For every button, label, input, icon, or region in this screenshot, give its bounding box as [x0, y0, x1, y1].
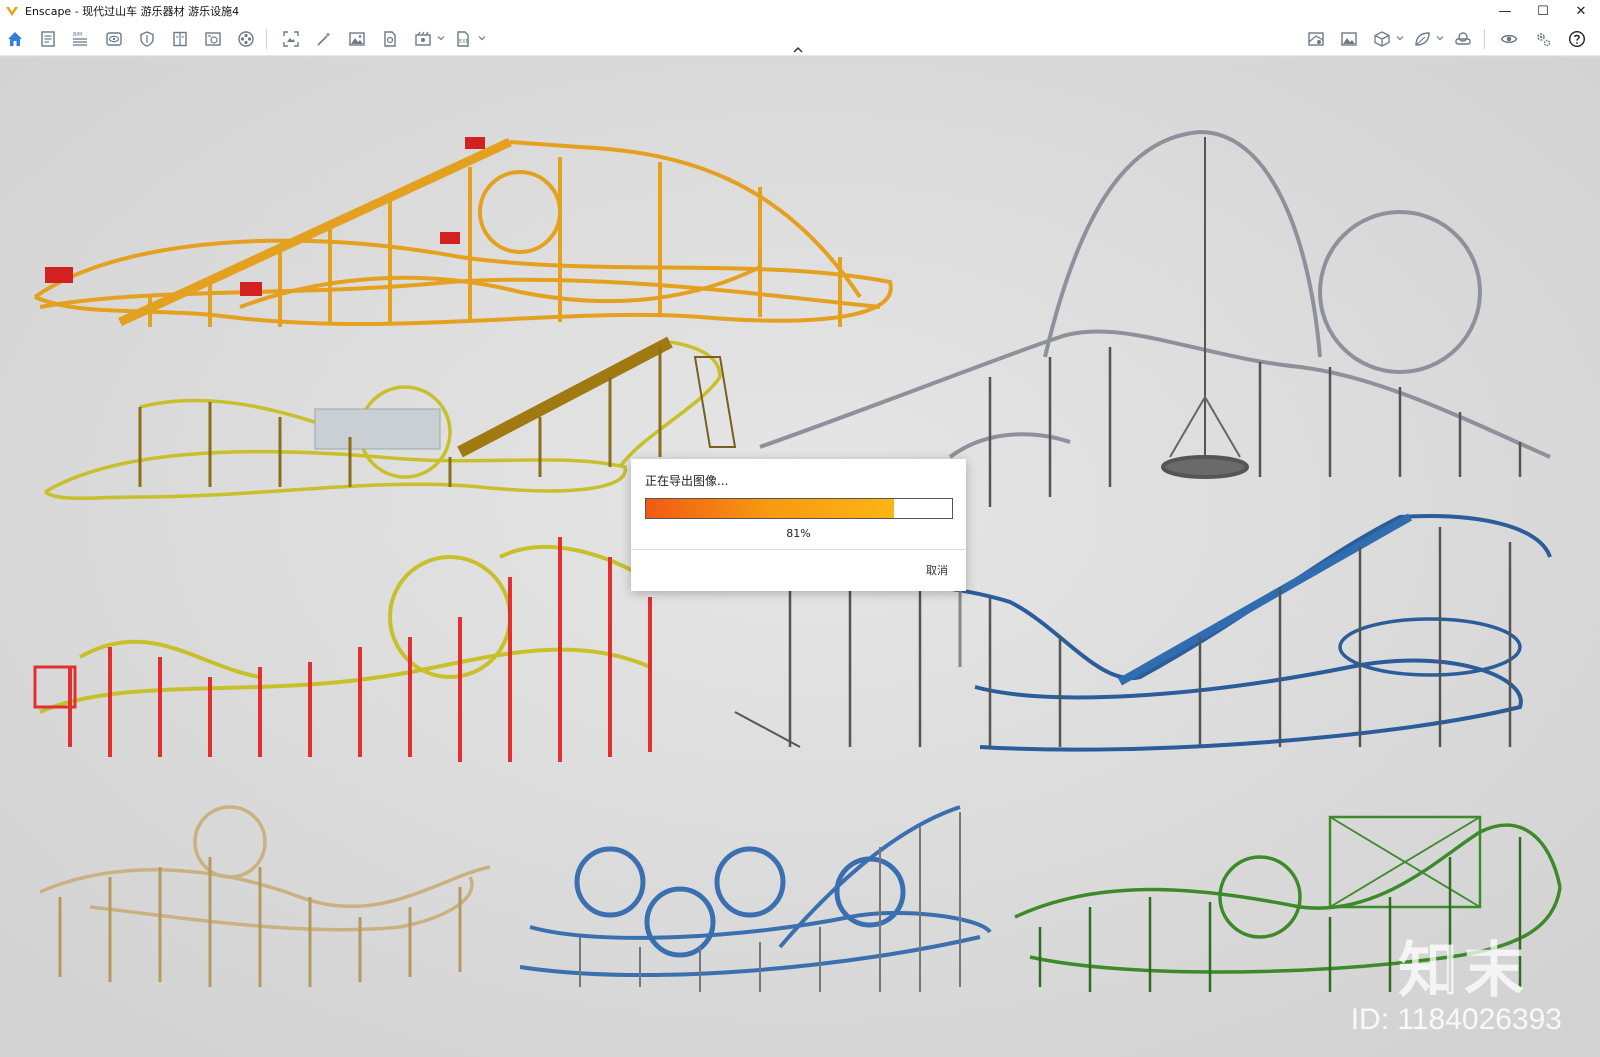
book-button[interactable] — [169, 29, 191, 49]
landscape-icon — [1341, 32, 1357, 46]
map-button[interactable] — [1305, 29, 1327, 49]
magic-wand-icon — [317, 32, 331, 46]
minimize-button[interactable]: — — [1486, 0, 1524, 22]
vr-headset-icon — [1455, 32, 1471, 45]
visibility-icon — [1500, 34, 1518, 44]
book-icon — [173, 31, 187, 47]
shield-icon — [140, 31, 154, 47]
landscape-button[interactable] — [1338, 29, 1360, 49]
shield-button[interactable] — [136, 29, 158, 49]
chevron-down-icon[interactable] — [478, 34, 486, 42]
watermark-logo: 知末 — [1398, 936, 1530, 1006]
exe-export-icon: EXE — [457, 31, 469, 47]
bim-button[interactable]: BIM — [69, 29, 91, 49]
export-button[interactable] — [379, 29, 401, 49]
chevron-down-icon[interactable] — [1396, 34, 1404, 42]
svg-text:EXE: EXE — [459, 39, 469, 45]
progress-percent-label: 81% — [786, 527, 811, 540]
bim-icon: BIM — [73, 32, 87, 46]
enscape-logo-icon — [6, 7, 18, 16]
visibility-button[interactable] — [1498, 29, 1520, 49]
help-icon — [1568, 30, 1586, 48]
maximize-button[interactable]: ☐ — [1524, 0, 1562, 22]
film-reel-icon — [238, 31, 254, 47]
batch-render-icon — [415, 31, 431, 46]
export-icon — [384, 31, 396, 47]
export-progress-dialog: 正在导出图像... 81% 取消 — [631, 459, 966, 591]
map-icon — [1308, 32, 1324, 46]
magic-button[interactable] — [313, 29, 335, 49]
add-view-button[interactable] — [202, 29, 224, 49]
document-icon — [41, 31, 55, 47]
batch-render-button[interactable] — [412, 29, 434, 49]
image-button[interactable] — [346, 29, 368, 49]
asset-library-button[interactable] — [1371, 29, 1393, 49]
image-icon — [349, 32, 365, 46]
help-button[interactable] — [1566, 29, 1588, 49]
exe-export-button[interactable]: EXE — [452, 29, 474, 49]
eye-view-icon — [106, 32, 122, 46]
screenshot-icon — [283, 31, 299, 47]
chevron-down-icon[interactable] — [437, 34, 445, 42]
cube-icon — [1374, 31, 1390, 47]
progress-bar-fill — [646, 499, 894, 518]
title-bar: Enscape - 现代过山车 游乐器材 游乐设施4 — ☐ ✕ — [0, 0, 1600, 22]
chevron-up-icon[interactable] — [790, 44, 806, 56]
dialog-divider — [631, 549, 966, 550]
settings-button[interactable] — [1532, 29, 1554, 49]
toolbar-separator — [1484, 29, 1485, 49]
toolbar-separator — [266, 29, 267, 49]
view-button[interactable] — [103, 29, 125, 49]
watermark-id: ID: 1184026393 — [1350, 1003, 1562, 1036]
window-title: Enscape - 现代过山车 游乐器材 游乐设施4 — [25, 5, 240, 18]
svg-text:BIM: BIM — [73, 32, 82, 38]
camera-plus-icon — [205, 32, 221, 46]
leaf-icon — [1415, 32, 1430, 46]
document-button[interactable] — [37, 29, 59, 49]
progress-bar — [645, 498, 953, 519]
cancel-button[interactable]: 取消 — [926, 562, 948, 578]
screenshot-button[interactable] — [280, 29, 302, 49]
settings-icon — [1537, 33, 1551, 47]
home-icon — [8, 32, 22, 46]
video-button[interactable] — [235, 29, 257, 49]
chevron-down-icon[interactable] — [1436, 34, 1444, 42]
dialog-title: 正在导出图像... — [645, 474, 729, 488]
material-button[interactable] — [1411, 29, 1433, 49]
close-button[interactable]: ✕ — [1562, 0, 1600, 22]
vr-button[interactable] — [1452, 29, 1474, 49]
window-controls: — ☐ ✕ — [1486, 0, 1600, 22]
home-button[interactable] — [4, 29, 26, 49]
